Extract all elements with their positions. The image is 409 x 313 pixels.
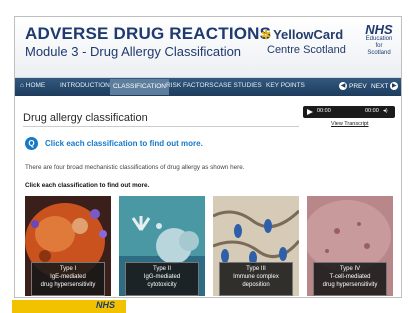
volume-icon[interactable]: ◂) (383, 108, 388, 114)
play-icon[interactable] (307, 109, 313, 115)
chevron-left-icon: ◀ (339, 82, 347, 91)
course-title: ADVERSE DRUG REACTIONS (25, 24, 272, 43)
chevron-right-icon: ▶ (390, 82, 399, 91)
prev-button[interactable]: ◀ PREV (337, 80, 367, 94)
header: ADVERSE DRUG REACTIONS Module 3 - Drug A… (15, 17, 401, 78)
nav-home[interactable]: ⌂ HOME (20, 82, 45, 89)
card-type-3[interactable]: Type III Immune complex deposition (213, 196, 299, 296)
instruction-text: Click each classification to find out mo… (25, 182, 150, 189)
card-label: Type I IgE-mediated drug hypersensitivit… (31, 262, 105, 296)
card-type-2[interactable]: Type II IgG-mediated cytotoxicity (119, 196, 205, 296)
hint-text: Click each classification to find out mo… (45, 139, 203, 148)
nhs-logo-small: NHS (96, 300, 116, 310)
home-icon: ⌂ (20, 82, 24, 89)
nhs-logo: NHS Education for Scotland (365, 22, 393, 56)
background-window-header: NHS (12, 300, 126, 313)
nav-risk-factors[interactable]: RISK FACTORS (166, 82, 214, 89)
nav-introduction[interactable]: INTRODUCTION (60, 82, 110, 89)
nav-key-points[interactable]: KEY POINTS (266, 82, 305, 89)
card-type-1[interactable]: Type I IgE-mediated drug hypersensitivit… (25, 196, 111, 296)
nav-classification[interactable]: CLASSIFICATION (110, 79, 169, 95)
view-transcript-link[interactable]: View Transcript (331, 121, 369, 127)
audio-player[interactable]: 00:00 00:00 ◂) (303, 106, 395, 118)
intro-text: There are four broad mechanistic classif… (25, 164, 245, 171)
card-type-4[interactable]: Type IV T-cell-mediated drug hypersensit… (307, 196, 393, 296)
player-time-start: 00:00 (317, 108, 331, 114)
page-title: Drug allergy classification (23, 112, 148, 124)
next-button[interactable]: NEXT ▶ (371, 80, 400, 94)
divider (23, 126, 299, 127)
card-label: Type IV T-cell-mediated drug hypersensit… (313, 262, 387, 296)
nav-case-studies[interactable]: CASE STUDIES (214, 82, 262, 89)
yellowcard-subtitle: Centre Scotland (267, 44, 346, 56)
app-window: ADVERSE DRUG REACTIONS Module 3 - Drug A… (14, 16, 402, 298)
search-icon: Q (25, 137, 38, 150)
star-icon: ✲ (261, 28, 272, 42)
module-subtitle: Module 3 - Drug Allergy Classification (25, 44, 242, 59)
top-nav: ⌂ HOME INTRODUCTION CLASSIFICATION RISK … (15, 78, 401, 96)
player-time-end: 00:00 (365, 108, 379, 114)
card-label: Type II IgG-mediated cytotoxicity (125, 262, 199, 296)
yellowcard-logo: ✲ YellowCard (261, 27, 344, 42)
card-label: Type III Immune complex deposition (219, 262, 293, 296)
